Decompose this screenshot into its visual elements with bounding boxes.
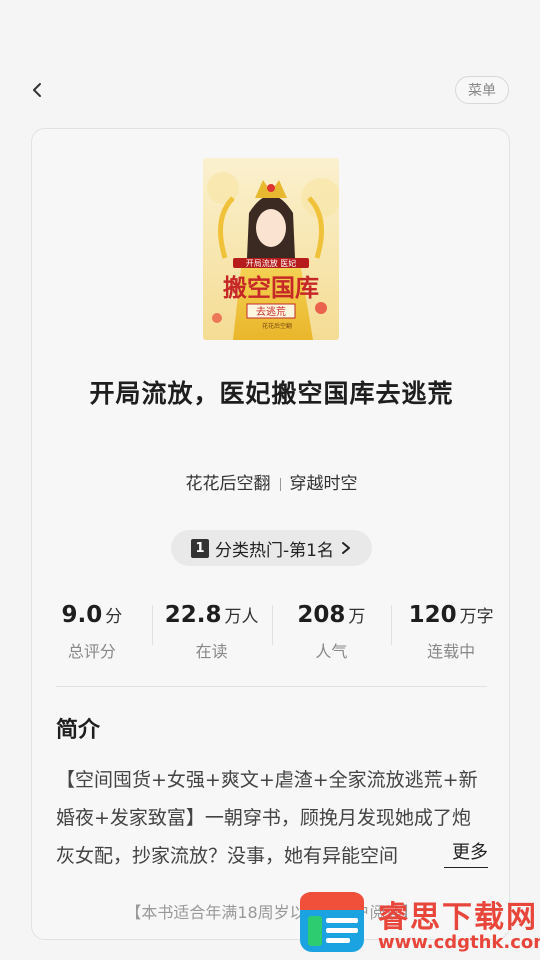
rank-badge-icon: 1 [191,538,210,558]
stat-popularity: 208 万 人气 [271,599,392,663]
stat-value: 120 [408,602,457,628]
stat-unit: 万字 [459,607,494,627]
stat-value: 22.8 [164,602,222,628]
back-button[interactable] [26,78,50,102]
stat-readers: 22.8 万人 在读 [151,599,272,663]
book-detail-card: 开局流放 医妃 搬空国库 去逃荒 花花后空翻 开局流放，医妃搬空国库去逃荒 花花… [31,128,510,940]
stat-unit: 万人 [224,607,259,627]
stat-label: 总评分 [67,642,116,661]
watermark-logo-icon [300,892,364,952]
intro-text: 【空间囤货+女强+爽文+虐渣+全家流放逃荒+新婚夜+发家致富】一朝穿书，顾挽月发… [56,769,478,867]
stat-label: 人气 [315,642,348,661]
book-title: 开局流放，医妃搬空国库去逃荒 [89,379,454,408]
svg-text:去逃荒: 去逃荒 [256,305,286,318]
svg-text:开局流放 医妃: 开局流放 医妃 [246,258,297,268]
stat-value: 208 [297,602,346,628]
book-cover-illustration: 开局流放 医妃 搬空国库 去逃荒 花花后空翻 [203,158,339,340]
watermark-url: www.cdgthk.com [378,932,540,953]
svg-text:搬空国库: 搬空国库 [223,273,319,302]
intro-more-link[interactable]: 更多 [444,839,488,868]
chevron-right-icon [341,542,350,554]
svg-text:花花后空翻: 花花后空翻 [262,322,292,330]
stat-rating: 9.0 分 总评分 [32,599,152,663]
stat-label: 在读 [195,642,228,661]
meta-separator [279,477,281,491]
site-watermark: 睿思下载网 www.cdgthk.com [298,884,540,960]
book-cover[interactable]: 开局流放 医妃 搬空国库 去逃荒 花花后空翻 [203,158,339,340]
stat-value: 9.0 [61,602,103,628]
rank-button[interactable]: 1 分类热门-第1名 [171,530,372,566]
rank-label: 分类热门-第1名 [215,540,334,561]
stats-row: 9.0 分 总评分 22.8 万人 在读 208 万 人气 120 万字 连载中 [32,599,509,663]
intro-heading: 简介 [56,718,101,743]
watermark-title: 睿思下载网 [378,900,538,935]
author-link[interactable]: 花花后空翻 [186,474,271,494]
chevron-left-icon [33,83,41,97]
category-link[interactable]: 穿越时空 [290,474,358,494]
top-bar: 菜单 [0,76,540,106]
stat-unit: 万 [348,607,366,627]
book-meta: 花花后空翻 穿越时空 [32,469,509,494]
section-divider [56,686,487,687]
stat-word-count: 120 万字 连载中 [391,599,509,663]
stat-label: 连载中 [427,642,476,661]
stat-unit: 分 [105,607,123,627]
menu-button[interactable]: 菜单 [455,76,509,104]
